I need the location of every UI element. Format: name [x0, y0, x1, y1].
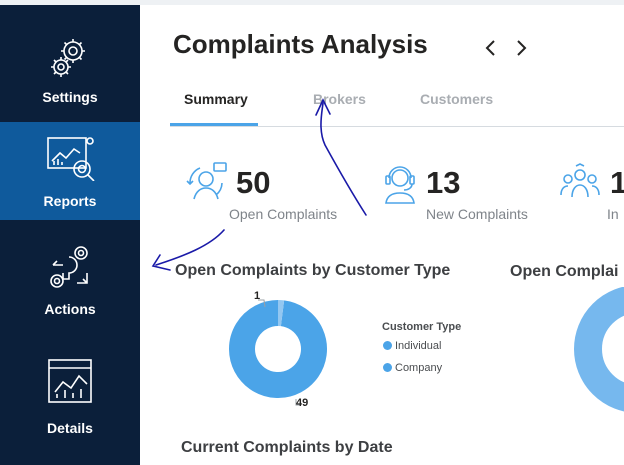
legend-item-individual[interactable]: Individual [383, 340, 441, 352]
tab-bar: Summary Brokers Customers [170, 85, 624, 127]
legend-item-label: Individual [395, 340, 442, 352]
gear-cluster-icon [51, 39, 85, 77]
headset-agent-icon [385, 166, 415, 204]
data-label-individual: 49 [296, 397, 309, 409]
actions-icon [50, 246, 88, 288]
report-chart-icon [47, 137, 95, 181]
tab-brokers[interactable]: Brokers [313, 91, 366, 107]
kpi-third-value: 1 [610, 165, 624, 200]
data-label-company: 1 [254, 290, 261, 302]
main-content: Complaints Analysis Summary Brokers Cust… [140, 5, 624, 465]
details-chart-icon [48, 359, 92, 403]
sidebar-item-settings[interactable]: Settings [0, 5, 140, 117]
support-agent-icon [186, 162, 227, 200]
legend-dot [383, 341, 392, 350]
donut-chart-second [574, 287, 624, 412]
tab-customers[interactable]: Customers [420, 91, 493, 107]
chart-title-date: Current Complaints by Date [181, 439, 393, 456]
sidebar-item-label: Reports [43, 193, 97, 209]
chevron-right-icon[interactable] [512, 37, 530, 59]
chart-title-second: Open Complai [510, 263, 619, 280]
legend-title: Customer Type [382, 321, 462, 333]
people-group-icon [560, 163, 600, 198]
dashboard-page: Settings Reports Actions Details Complai… [0, 0, 624, 465]
kpi-new-complaints-value: 13 [426, 165, 461, 200]
tab-summary[interactable]: Summary [184, 91, 248, 107]
chevron-left-icon[interactable] [482, 37, 500, 59]
kpi-new-complaints-label: New Complaints [426, 206, 528, 222]
sidebar-item-reports[interactable]: Reports [0, 122, 146, 220]
kpi-third-label: In [607, 206, 619, 222]
page-title: Complaints Analysis [173, 29, 428, 59]
legend-dot [383, 363, 392, 372]
chart-title-customer-type: Open Complaints by Customer Type [175, 262, 451, 279]
active-tab-indicator [170, 123, 258, 126]
legend-item-label: Company [395, 362, 443, 374]
sidebar-item-label: Details [47, 420, 93, 436]
donut-chart-customer-type [229, 299, 327, 406]
sidebar-item-label: Actions [44, 301, 96, 317]
sidebar-nav: Settings Reports Actions Details [0, 5, 146, 465]
kpi-open-complaints-value: 50 [236, 165, 271, 200]
sidebar-item-details[interactable]: Details [0, 345, 140, 445]
sidebar-item-label: Settings [42, 89, 98, 105]
sidebar-item-actions[interactable]: Actions [0, 230, 140, 330]
legend-item-company[interactable]: Company [383, 362, 442, 374]
kpi-open-complaints-label: Open Complaints [229, 206, 338, 222]
